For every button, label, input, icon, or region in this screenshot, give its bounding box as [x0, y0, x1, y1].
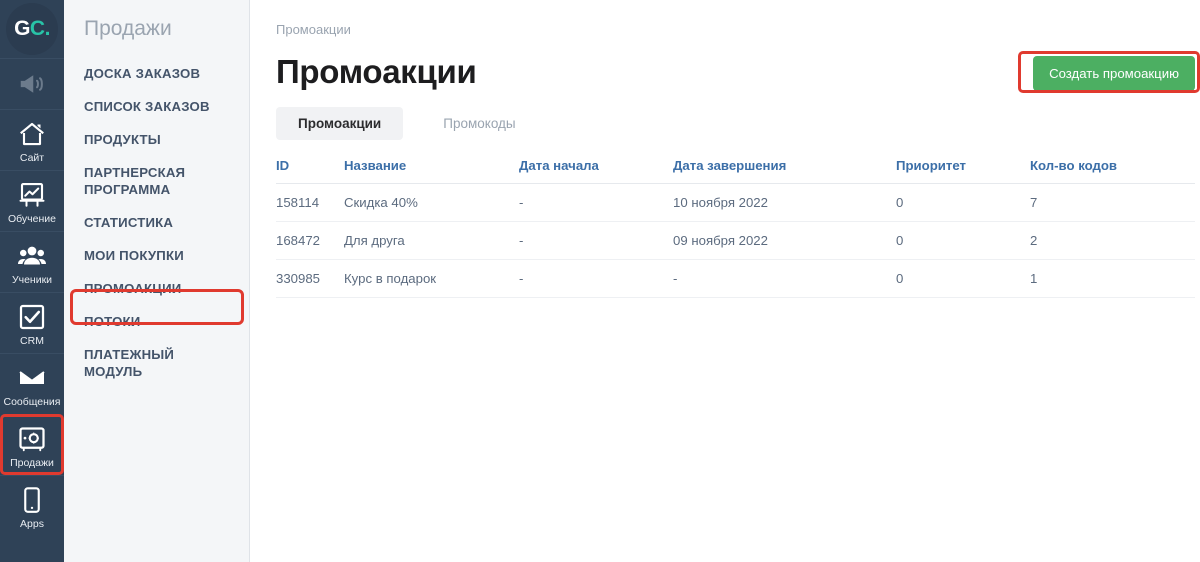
cell-name[interactable]: Для друга: [344, 221, 519, 260]
cell-start-date: -: [519, 221, 673, 260]
logo-text-c: C.: [29, 17, 51, 40]
secondary-sidebar: Продажи ДОСКА ЗАКАЗОВ СПИСОК ЗАКАЗОВ ПРО…: [64, 0, 250, 562]
chart-board-icon: [19, 182, 45, 207]
cell-codes-count: 1: [1030, 259, 1195, 298]
rail-item-apps[interactable]: Apps: [0, 475, 64, 536]
tab-promocodes[interactable]: Промокоды: [421, 107, 537, 140]
cell-priority: 0: [896, 183, 1030, 222]
rail-item-megaphone[interactable]: [0, 58, 64, 109]
cell-start-date: -: [519, 183, 673, 222]
cell-priority: 0: [896, 221, 1030, 260]
sidebar-item-statistics[interactable]: СТАТИСТИКА: [64, 206, 249, 239]
cell-id[interactable]: 330985: [276, 259, 344, 298]
rail-label-site: Сайт: [19, 152, 45, 164]
sidebar-item-flows[interactable]: ПОТОКИ: [64, 305, 249, 338]
rail-item-sales[interactable]: Продажи: [0, 414, 64, 475]
cell-start-date: -: [519, 259, 673, 298]
table-row[interactable]: 330985 Курс в подарок - - 0 1: [276, 259, 1195, 298]
sidebar-item-promotions[interactable]: ПРОМОАКЦИИ: [64, 272, 249, 305]
tab-promotions[interactable]: Промоакции: [276, 107, 404, 140]
column-header-name[interactable]: Название: [344, 158, 519, 184]
rail-label-crm: CRM: [20, 335, 44, 347]
breadcrumb: Промоакции: [276, 22, 351, 37]
check-square-icon: [19, 304, 45, 330]
people-icon: [18, 246, 46, 265]
rail-label-students: Ученики: [11, 274, 53, 286]
home-icon: [20, 122, 44, 146]
cell-codes-count: 2: [1030, 221, 1195, 260]
megaphone-icon: [20, 75, 43, 93]
phone-icon: [24, 487, 40, 513]
rail-item-students[interactable]: Ученики: [0, 231, 64, 292]
rail-item-training[interactable]: Обучение: [0, 170, 64, 231]
logo-text-g: G: [14, 17, 30, 40]
sidebar-item-order-board[interactable]: ДОСКА ЗАКАЗОВ: [64, 57, 249, 90]
cell-end-date: 10 ноября 2022: [673, 183, 896, 222]
logo-circle: G C.: [6, 3, 58, 55]
cell-end-date: -: [673, 259, 896, 298]
cell-name[interactable]: Курс в подарок: [344, 259, 519, 298]
column-header-end-date[interactable]: Дата завершения: [673, 158, 896, 184]
safe-icon: [19, 427, 45, 452]
sidebar-item-order-list[interactable]: СПИСОК ЗАКАЗОВ: [64, 90, 249, 123]
create-promotion-button[interactable]: Создать промоакцию: [1033, 56, 1195, 91]
rail-label-sales: Продажи: [10, 457, 54, 469]
cell-codes-count: 7: [1030, 183, 1195, 222]
table-header-row: ID Название Дата начала Дата завершения …: [276, 158, 1195, 184]
table-row[interactable]: 168472 Для друга - 09 ноября 2022 0 2: [276, 221, 1195, 260]
tab-bar: Промоакции Промокоды: [276, 107, 1195, 140]
icon-rail: G C. Сайт Обучение Ученики CRM Сообщения…: [0, 0, 64, 562]
column-header-start-date[interactable]: Дата начала: [519, 158, 673, 184]
sidebar-item-payment-module[interactable]: ПЛАТЕЖНЫЙ МОДУЛЬ: [64, 338, 249, 388]
rail-item-site[interactable]: Сайт: [0, 109, 64, 170]
column-header-id[interactable]: ID: [276, 158, 344, 184]
cell-priority: 0: [896, 259, 1030, 298]
table-row[interactable]: 158114 Скидка 40% - 10 ноября 2022 0 7: [276, 183, 1195, 222]
rail-item-messages[interactable]: Сообщения: [0, 353, 64, 414]
column-header-priority[interactable]: Приоритет: [896, 158, 1030, 184]
cell-id[interactable]: 168472: [276, 221, 344, 260]
main-content: Промоакции Промоакции Создать промоакцию…: [250, 0, 1200, 562]
sidebar-item-partner-program[interactable]: ПАРТНЕРСКАЯ ПРОГРАММА: [64, 156, 249, 206]
rail-label-apps: Apps: [20, 518, 44, 530]
sidebar-item-my-purchases[interactable]: МОИ ПОКУПКИ: [64, 239, 249, 272]
promotions-table: ID Название Дата начала Дата завершения …: [276, 158, 1195, 298]
sidebar-section-title: Продажи: [84, 17, 172, 40]
column-header-codes-count[interactable]: Кол-во кодов: [1030, 158, 1195, 184]
app-root: G C. Сайт Обучение Ученики CRM Сообщения…: [0, 0, 1200, 562]
cell-name[interactable]: Скидка 40%: [344, 183, 519, 222]
cell-id[interactable]: 158114: [276, 183, 344, 222]
brand-logo[interactable]: G C.: [0, 0, 64, 58]
rail-label-messages: Сообщения: [3, 396, 61, 408]
cell-end-date: 09 ноября 2022: [673, 221, 896, 260]
rail-label-training: Обучение: [7, 213, 56, 225]
rail-item-crm[interactable]: CRM: [0, 292, 64, 353]
envelope-icon: [19, 371, 45, 384]
sidebar-item-products[interactable]: ПРОДУКТЫ: [64, 123, 249, 156]
